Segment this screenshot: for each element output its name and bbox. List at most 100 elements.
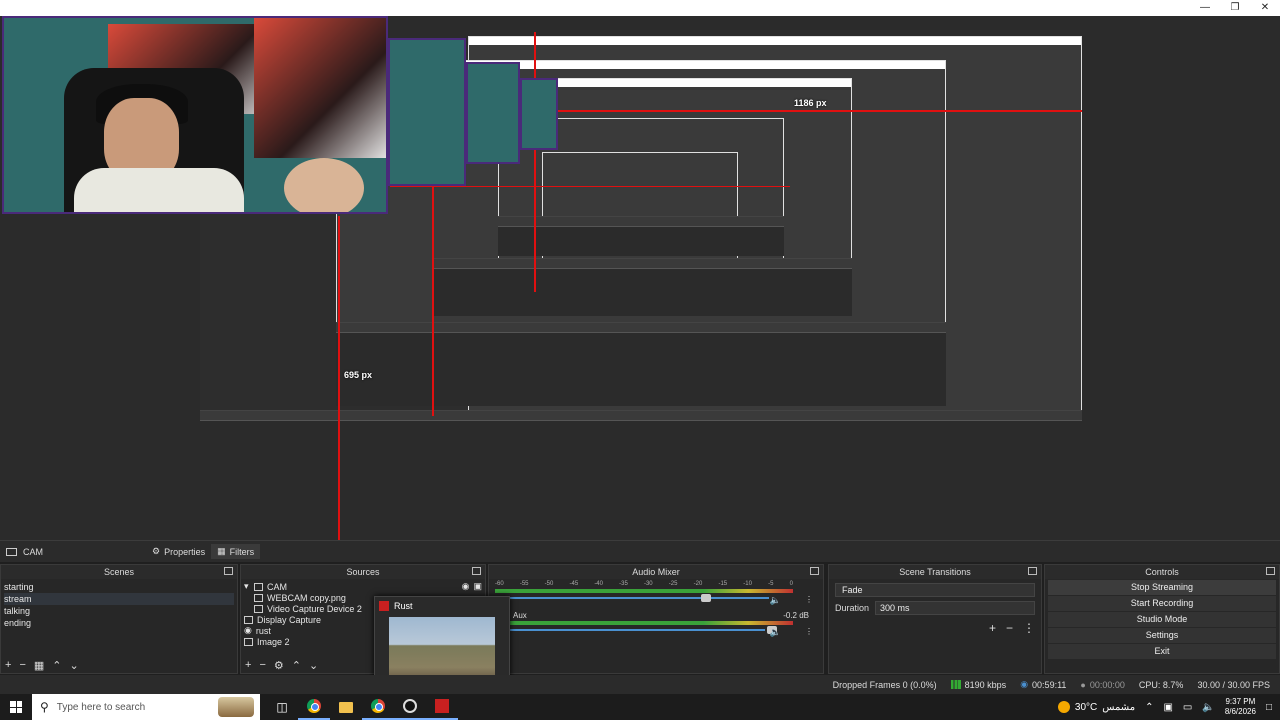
scene-item[interactable]: stream bbox=[4, 593, 234, 605]
window-titlebar: — ❐ ✕ bbox=[0, 0, 1280, 16]
clock[interactable]: 9:37 PM 8/6/2026 bbox=[1225, 697, 1256, 717]
eye-icon[interactable]: ◉ bbox=[462, 581, 470, 592]
chrome-icon[interactable] bbox=[362, 694, 394, 720]
stop-streaming-button[interactable]: Stop Streaming bbox=[1048, 580, 1276, 595]
filters-button[interactable]: ▦ Filters bbox=[211, 544, 261, 559]
remove-icon[interactable]: − bbox=[259, 659, 265, 671]
audio-channel: -60 -55 -50 -45 -40 -35 -30 -25 -20 -15 -10 -5 0 🔈 ⋮ bbox=[495, 581, 817, 607]
nested-obs-docks bbox=[432, 258, 852, 316]
meter-scale: -60 -55 -50 -45 -40 -35 -30 -25 -20 -15 -10 -5 0 bbox=[495, 581, 793, 587]
move-down-icon[interactable]: ⌄ bbox=[309, 659, 318, 672]
menu-dots-icon[interactable]: ⋮ bbox=[805, 627, 813, 636]
restore-button[interactable]: ❐ bbox=[1220, 0, 1250, 16]
measure-line-horizontal bbox=[390, 186, 790, 187]
weather-desc: مشمس bbox=[1102, 701, 1136, 713]
menu-dots-icon[interactable]: ⋮ bbox=[805, 595, 813, 604]
camera-icon bbox=[254, 604, 263, 613]
scene-item[interactable]: starting bbox=[4, 581, 234, 593]
volume-slider[interactable] bbox=[495, 629, 765, 631]
undock-icon[interactable] bbox=[224, 567, 233, 575]
task-view-icon[interactable]: ◫ bbox=[266, 694, 298, 720]
duration-label: Duration bbox=[835, 603, 870, 613]
image-icon bbox=[244, 637, 253, 646]
stream-icon: ◉ bbox=[1020, 679, 1029, 689]
stream-time: 00:59:11 bbox=[1032, 679, 1067, 690]
nested-obs-docks bbox=[200, 410, 1082, 540]
controls-title: Controls bbox=[1145, 567, 1179, 577]
webcam-trail bbox=[466, 62, 520, 164]
volume-knob[interactable] bbox=[701, 594, 711, 602]
weather-widget[interactable]: 30°C مشمس bbox=[1057, 701, 1136, 713]
scene-item[interactable]: talking bbox=[4, 605, 234, 617]
sun-icon bbox=[1057, 701, 1070, 713]
scene-item[interactable]: ending bbox=[4, 617, 234, 629]
rust-icon[interactable] bbox=[426, 694, 458, 720]
add-icon[interactable]: + bbox=[245, 659, 251, 671]
remove-icon[interactable]: − bbox=[1006, 621, 1013, 635]
system-tray: 30°C مشمس ⌃ ▣ ▭ 🔈 9:37 PM 8/6/2026 □ bbox=[1057, 697, 1280, 717]
popup-title: Rust bbox=[394, 601, 413, 611]
move-up-icon[interactable]: ⌃ bbox=[52, 659, 61, 672]
move-down-icon[interactable]: ⌄ bbox=[70, 659, 79, 672]
undock-icon[interactable] bbox=[472, 567, 481, 575]
speaker-icon[interactable]: 🔈 bbox=[770, 627, 781, 638]
remove-icon[interactable]: − bbox=[19, 659, 25, 671]
speaker-icon[interactable]: 🔈 bbox=[1202, 702, 1214, 713]
cpu-usage: CPU: 8.7% bbox=[1138, 679, 1184, 690]
settings-button[interactable]: Settings bbox=[1048, 628, 1276, 643]
studio-mode-button[interactable]: Studio Mode bbox=[1048, 612, 1276, 627]
scenes-title: Scenes bbox=[103, 567, 135, 577]
search-placeholder: Type here to search bbox=[56, 701, 146, 713]
record-time: 00:00:00 bbox=[1089, 679, 1125, 690]
audio-mixer-title: Audio Mixer bbox=[632, 567, 680, 577]
audio-mixer-dock: Audio Mixer -60 -55 -50 -45 -40 -35 -30 -25 -20-… bbox=[488, 564, 824, 674]
folder-icon bbox=[254, 582, 263, 591]
menu-dots-icon[interactable]: ⋮ bbox=[1023, 621, 1035, 635]
transition-select[interactable]: Fade bbox=[835, 583, 1035, 597]
properties-button[interactable]: ⚙ Properties bbox=[146, 544, 211, 559]
search-icon: ⚲ bbox=[40, 700, 49, 714]
current-source-label: CAM bbox=[23, 546, 43, 557]
minimize-button[interactable]: — bbox=[1190, 0, 1220, 16]
speaker-icon[interactable]: 🔈 bbox=[770, 595, 781, 606]
webcam-feed bbox=[2, 16, 388, 214]
chevron-up-icon[interactable]: ⌃ bbox=[1145, 702, 1153, 713]
obs-icon[interactable] bbox=[394, 694, 426, 720]
source-item[interactable]: ▾ CAM ◉ ▣ bbox=[244, 581, 482, 592]
battery-icon[interactable]: ▭ bbox=[1183, 702, 1192, 713]
monitor-icon bbox=[244, 615, 253, 624]
start-button[interactable] bbox=[0, 694, 32, 720]
undock-icon[interactable] bbox=[810, 567, 819, 575]
sources-title: Sources bbox=[346, 567, 380, 577]
taskbar-search[interactable]: ⚲ Type here to search bbox=[32, 694, 260, 720]
measure-line-vertical bbox=[534, 32, 536, 292]
close-button[interactable]: ✕ bbox=[1250, 0, 1280, 16]
windows-taskbar: ⚲ Type here to search ◫ 30°C مشمس ⌃ ▣ ▭ … bbox=[0, 694, 1280, 720]
notification-icon[interactable]: □ bbox=[1266, 702, 1272, 713]
audio-channel: Aux -0.2 dB 🔈 ⋮ bbox=[495, 611, 817, 637]
undock-icon[interactable] bbox=[1266, 567, 1275, 575]
undock-icon[interactable] bbox=[1028, 567, 1037, 575]
nested-obs-docks bbox=[336, 322, 946, 406]
scenes-list: starting stream talking ending bbox=[1, 579, 237, 631]
add-icon[interactable]: + bbox=[5, 659, 11, 671]
exit-button[interactable]: Exit bbox=[1048, 644, 1276, 659]
channel-db: -0.2 dB bbox=[783, 611, 809, 620]
gear-icon[interactable]: ⚙ bbox=[274, 659, 284, 672]
file-explorer-icon[interactable] bbox=[330, 694, 362, 720]
move-up-icon[interactable]: ⌃ bbox=[292, 659, 301, 672]
nested-obs-docks bbox=[498, 216, 784, 256]
preview-area[interactable]: 1186 px 695 px bbox=[0, 16, 1280, 540]
duration-input[interactable]: 300 ms bbox=[875, 601, 1035, 615]
lock-icon[interactable]: ▣ bbox=[473, 581, 482, 592]
filter-icon[interactable]: ▦ bbox=[34, 659, 44, 672]
gear-icon: ⚙ bbox=[152, 546, 161, 556]
add-icon[interactable]: + bbox=[989, 621, 996, 635]
windows-icon bbox=[10, 701, 22, 713]
start-recording-button[interactable]: Start Recording bbox=[1048, 596, 1276, 611]
network-icon[interactable]: ▣ bbox=[1163, 702, 1172, 713]
chrome-icon[interactable] bbox=[298, 694, 330, 720]
source-toolbar: CAM ⚙ Properties ▦ Filters bbox=[0, 540, 1280, 562]
scene-transitions-title: Scene Transitions bbox=[899, 567, 971, 577]
volume-slider[interactable] bbox=[495, 597, 769, 599]
